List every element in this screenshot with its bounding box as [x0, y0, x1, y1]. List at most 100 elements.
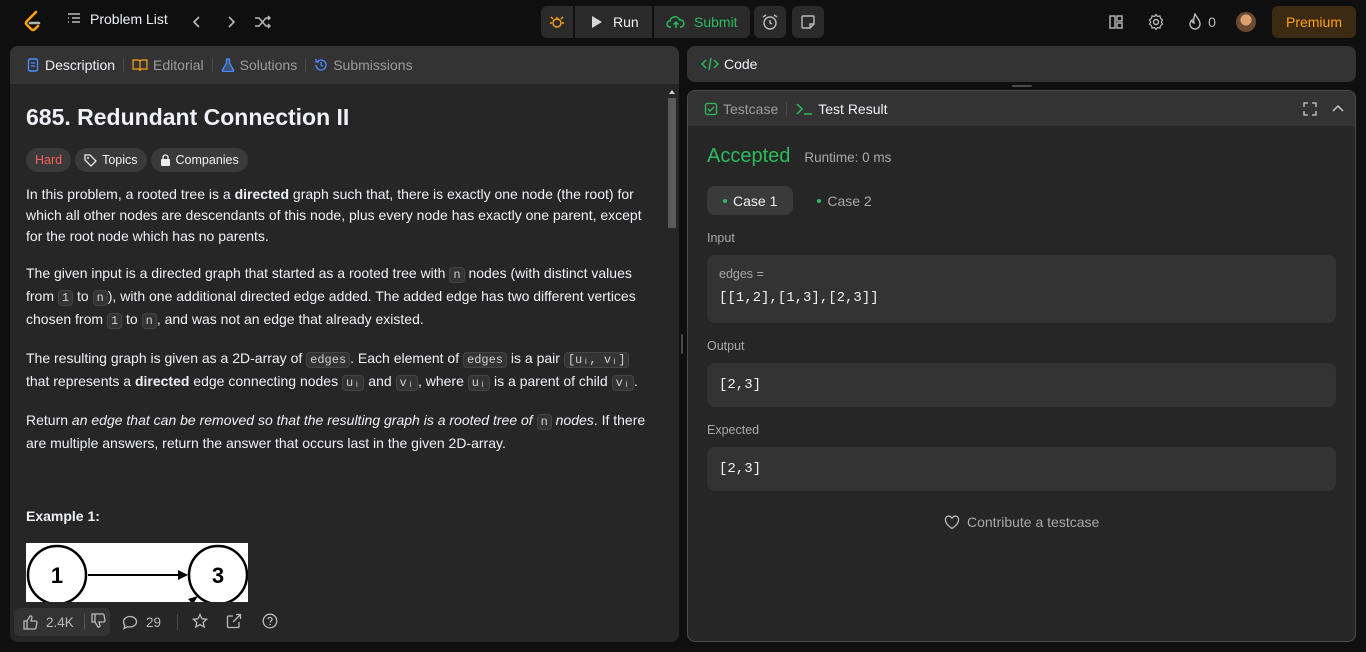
cloud-upload-icon — [666, 16, 685, 28]
graph-node-label: 3 — [212, 563, 224, 588]
run-label: Run — [613, 14, 639, 30]
favorite-button[interactable] — [191, 612, 209, 632]
output-label: Output — [707, 339, 745, 353]
tab-code[interactable]: Code — [697, 56, 761, 72]
avatar[interactable] — [1236, 12, 1256, 32]
topics-button[interactable]: Topics — [75, 148, 147, 172]
problem-list-button[interactable]: Problem List — [66, 11, 168, 27]
problem-list-label: Problem List — [90, 11, 168, 27]
tab-submissions[interactable]: Submissions — [310, 57, 416, 73]
tab-editorial[interactable]: Editorial — [128, 57, 208, 73]
book-icon — [132, 59, 148, 72]
prev-problem-button[interactable] — [186, 11, 208, 33]
premium-button[interactable]: Premium — [1272, 6, 1356, 38]
contribute-testcase-button[interactable]: Contribute a testcase — [944, 514, 1099, 530]
divider — [177, 614, 179, 630]
tab-solutions[interactable]: Solutions — [217, 57, 302, 73]
expected-box: [2,3] — [707, 447, 1336, 491]
tab-divider — [786, 101, 788, 116]
question-icon — [262, 613, 278, 628]
input-label: Input — [707, 231, 735, 245]
companies-button[interactable]: Companies — [150, 148, 248, 172]
thumbs-up-icon — [23, 614, 38, 630]
fire-icon — [1189, 13, 1201, 30]
note-icon — [801, 15, 815, 29]
horizontal-resize-handle[interactable] — [1012, 85, 1032, 87]
expected-label: Expected — [707, 423, 760, 437]
tab-description-label: Description — [45, 57, 116, 73]
play-icon — [592, 16, 602, 28]
comments-button[interactable]: 29 — [122, 615, 161, 630]
star-icon — [191, 612, 209, 628]
next-problem-button[interactable] — [220, 11, 242, 33]
settings-button[interactable] — [1146, 12, 1166, 32]
maximize-button[interactable] — [1303, 102, 1317, 119]
tab-test-result[interactable]: Test Result — [791, 101, 891, 117]
chevron-right-icon — [228, 16, 236, 28]
notes-button[interactable] — [792, 6, 824, 38]
like-dislike-group: 2.4K — [14, 608, 110, 636]
layout-button[interactable] — [1106, 12, 1126, 32]
lock-icon — [160, 154, 170, 166]
submit-button[interactable]: Submit — [654, 6, 750, 38]
run-button[interactable]: Run — [575, 6, 652, 38]
expand-icon — [1303, 102, 1317, 116]
heart-icon — [944, 514, 960, 529]
history-icon — [315, 59, 327, 71]
bug-icon — [550, 16, 564, 28]
dislike-button[interactable] — [85, 613, 106, 631]
result-tab-bar: Testcase Test Result — [688, 91, 1355, 126]
comment-icon — [122, 615, 138, 630]
case-tabs: Case 1 Case 2 — [707, 186, 884, 215]
tab-divider — [305, 58, 307, 72]
case-2-label: Case 2 — [827, 192, 872, 209]
description-paragraph-2: The given input is a directed graph that… — [26, 265, 636, 329]
collapse-button[interactable] — [1331, 102, 1345, 119]
example-title: Example 1: — [26, 508, 100, 524]
companies-label: Companies — [175, 152, 239, 167]
left-tab-bar: Description Editorial Solutions Submissi… — [10, 46, 679, 84]
status-accepted: Accepted — [707, 145, 791, 167]
random-problem-button[interactable] — [252, 11, 274, 33]
document-icon — [27, 58, 39, 72]
input-value: [[1,2],[1,3],[2,3]] — [719, 290, 879, 306]
problem-title: 685. Redundant Connection II — [26, 104, 350, 130]
flask-icon — [221, 58, 234, 72]
code-panel: Code — [687, 46, 1356, 82]
list-icon — [68, 13, 80, 23]
like-count: 2.4K — [46, 614, 74, 630]
shuffle-icon — [255, 15, 271, 29]
leetcode-logo[interactable] — [22, 10, 44, 34]
share-button[interactable] — [226, 613, 242, 632]
test-result-label: Test Result — [818, 100, 888, 117]
vertical-resize-handle[interactable] — [681, 334, 683, 354]
tab-description[interactable]: Description — [22, 57, 119, 73]
pass-dot — [723, 198, 727, 203]
input-var-label: edges = — [719, 267, 764, 281]
tab-editorial-label: Editorial — [153, 57, 204, 73]
description-paragraph-3: The resulting graph is given as a 2D-arr… — [26, 350, 638, 391]
chevron-up-icon — [1332, 104, 1344, 112]
topics-label: Topics — [102, 152, 138, 167]
description-scrollbar[interactable] — [666, 88, 678, 610]
debug-button[interactable] — [541, 6, 573, 38]
streak-counter[interactable]: 0 — [1184, 12, 1220, 32]
problem-description: 685. Redundant Connection II Hard Topics… — [26, 102, 651, 611]
checkbox-icon — [704, 102, 718, 115]
tab-testcase[interactable]: Testcase — [700, 101, 782, 117]
result-header: Accepted Runtime: 0 ms — [707, 145, 891, 168]
terminal-icon — [796, 102, 813, 115]
code-tab-bar: Code — [687, 46, 1356, 82]
timer-button[interactable] — [754, 6, 786, 38]
tab-divider — [211, 58, 213, 72]
case-tab-1[interactable]: Case 1 — [707, 186, 794, 215]
difficulty-badge: Hard — [26, 148, 72, 172]
testcase-label: Testcase — [723, 100, 779, 117]
case-tab-2[interactable]: Case 2 — [805, 186, 883, 215]
help-button[interactable] — [262, 613, 278, 632]
description-panel: Description Editorial Solutions Submissi… — [10, 46, 679, 642]
output-value: [2,3] — [719, 377, 762, 393]
submit-label: Submit — [694, 14, 738, 30]
pass-dot — [817, 198, 822, 203]
like-button[interactable]: 2.4K — [14, 615, 84, 630]
